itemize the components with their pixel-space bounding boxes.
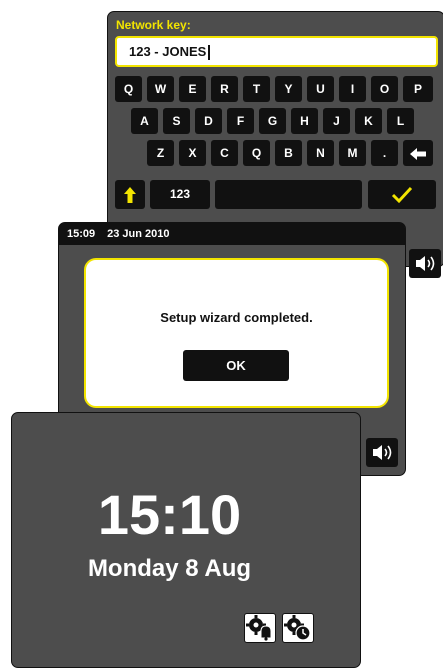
key-x[interactable]: X	[179, 140, 206, 166]
key-n[interactable]: N	[307, 140, 334, 166]
shift-key[interactable]	[115, 180, 145, 209]
left-arrow-icon	[410, 147, 426, 160]
enter-key[interactable]	[368, 180, 436, 209]
ok-button[interactable]: OK	[183, 350, 289, 381]
status-bar: 15:09 23 Jun 2010	[59, 223, 405, 245]
up-arrow-icon	[124, 186, 136, 203]
key-y[interactable]: Y	[275, 76, 302, 102]
key-s[interactable]: S	[163, 108, 190, 134]
numeric-key[interactable]: 123	[150, 180, 210, 209]
key-u[interactable]: U	[307, 76, 334, 102]
network-key-input[interactable]: 123 - JONES	[115, 36, 438, 67]
alarm-settings-icon	[246, 615, 272, 641]
key-a[interactable]: A	[131, 108, 158, 134]
network-key-title: Network key:	[116, 18, 191, 32]
clock-date: Monday 8 Aug	[87, 555, 252, 582]
key-b[interactable]: B	[275, 140, 302, 166]
key-o[interactable]: O	[371, 76, 398, 102]
setup-complete-dialog: Setup wizard completed. OK	[84, 258, 389, 408]
key-l[interactable]: L	[387, 108, 414, 134]
key-q[interactable]: Q	[115, 76, 142, 102]
backspace-key[interactable]	[403, 140, 433, 166]
key-period[interactable]: .	[371, 140, 398, 166]
clock-time: 15:10	[97, 483, 242, 546]
key-z[interactable]: Z	[147, 140, 174, 166]
key-e[interactable]: E	[179, 76, 206, 102]
key-q2[interactable]: Q	[243, 140, 270, 166]
key-d[interactable]: D	[195, 108, 222, 134]
status-time: 15:09	[67, 228, 96, 240]
sleep-timer-button[interactable]	[282, 613, 314, 643]
key-r[interactable]: R	[211, 76, 238, 102]
key-g[interactable]: G	[259, 108, 286, 134]
key-w[interactable]: W	[147, 76, 174, 102]
speaker-icon	[416, 256, 435, 271]
space-key[interactable]	[215, 180, 362, 209]
checkmark-icon	[391, 186, 413, 203]
text-cursor	[208, 45, 211, 61]
volume-button-dialog[interactable]	[366, 438, 398, 467]
key-i[interactable]: I	[339, 76, 366, 102]
key-c[interactable]: C	[211, 140, 238, 166]
key-f[interactable]: F	[227, 108, 254, 134]
key-p[interactable]: P	[403, 76, 433, 102]
sleep-timer-icon	[284, 615, 311, 641]
network-key-value: 123 - JONES	[129, 44, 207, 59]
key-m[interactable]: M	[339, 140, 366, 166]
speaker-icon	[373, 445, 392, 460]
key-k[interactable]: K	[355, 108, 382, 134]
dialog-message: Setup wizard completed.	[160, 310, 313, 325]
status-date: 23 Jun 2010	[107, 228, 170, 240]
key-h[interactable]: H	[291, 108, 318, 134]
volume-button-keyboard[interactable]	[409, 249, 441, 278]
alarm-button[interactable]	[244, 613, 276, 643]
clock-screen: 15:10 Monday 8 Aug	[11, 412, 361, 668]
key-t[interactable]: T	[243, 76, 270, 102]
key-j[interactable]: J	[323, 108, 350, 134]
